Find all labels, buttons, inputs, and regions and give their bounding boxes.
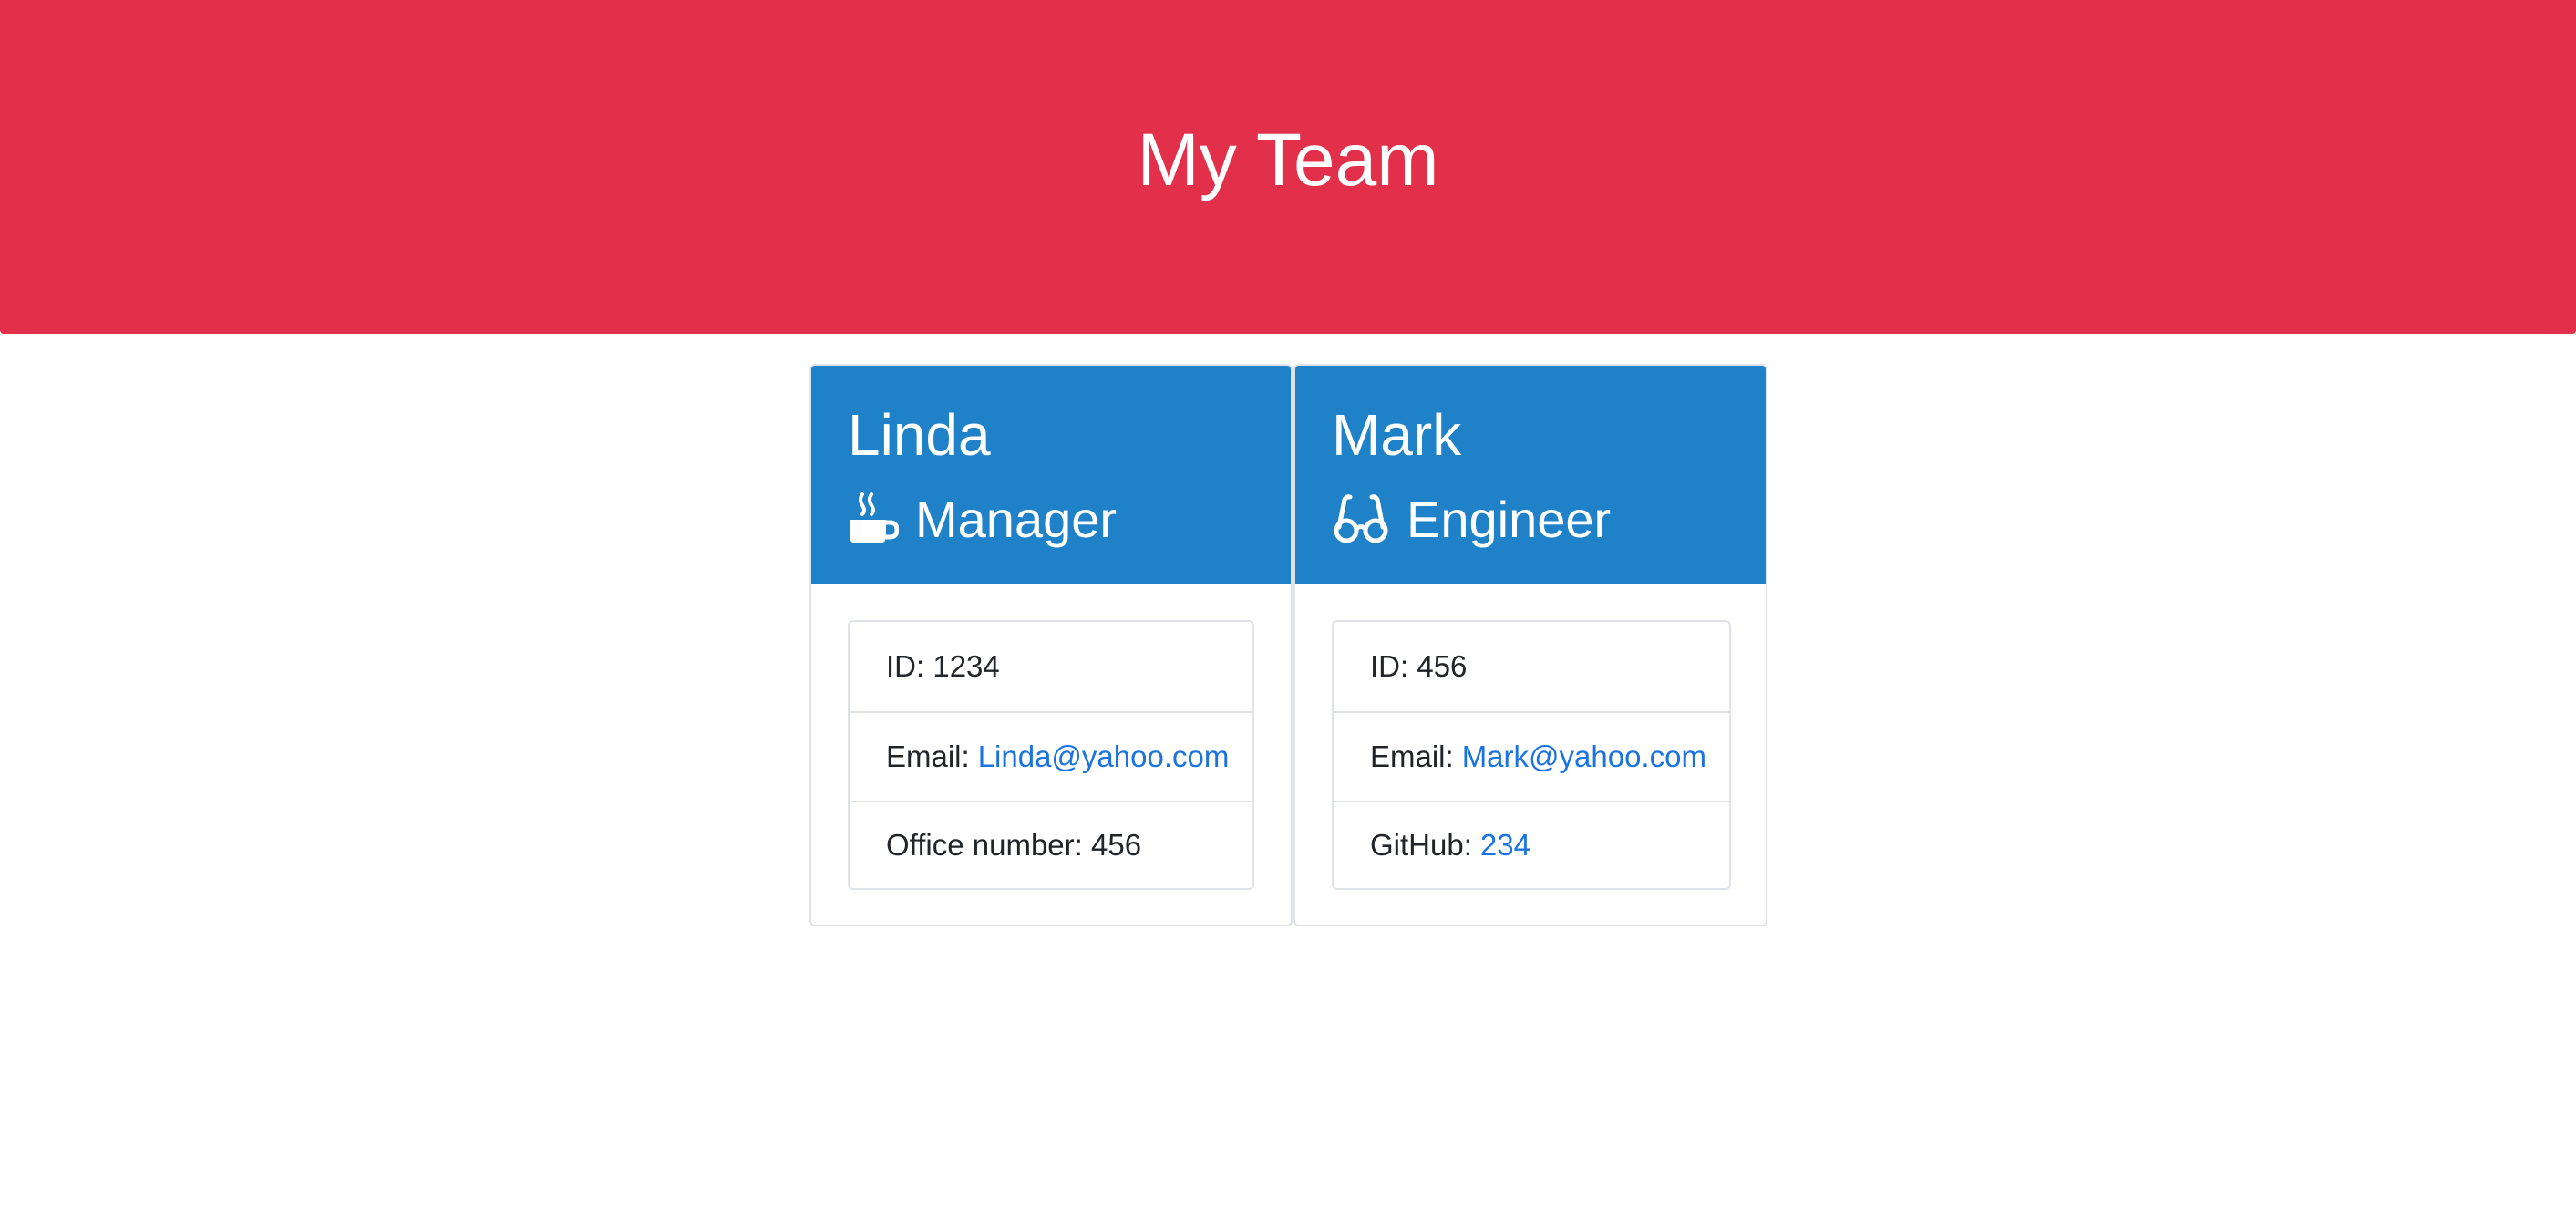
employee-card-manager: Linda Manager ID: 1234 Email: Linda@yaho… — [809, 364, 1293, 926]
employee-details-list: ID: 1234 Email: Linda@yahoo.com Office n… — [848, 620, 1254, 890]
email-label: Email: — [886, 740, 970, 773]
email-label: Email: — [1370, 740, 1454, 773]
list-item-email: Email: Mark@yahoo.com — [1334, 711, 1729, 801]
list-item-github: GitHub: 234 — [1334, 801, 1729, 888]
github-link[interactable]: 234 — [1480, 828, 1530, 863]
list-item-office-number: Office number: 456 — [850, 801, 1252, 888]
card-header: Linda Manager — [811, 366, 1291, 584]
employee-role: Manager — [848, 482, 1117, 555]
card-header: Mark Engineer — [1295, 366, 1766, 584]
employee-role: Engineer — [1332, 482, 1611, 555]
list-item-id: ID: 456 — [1334, 622, 1729, 711]
id-text: ID: 456 — [1370, 649, 1468, 683]
employee-card-engineer: Mark Engineer ID: 456 Email: Mark@yahoo.… — [1293, 364, 1767, 926]
employee-name: Linda — [848, 402, 991, 468]
email-link[interactable]: Mark@yahoo.com — [1462, 740, 1706, 774]
employee-role-label: Manager — [915, 490, 1118, 548]
email-link[interactable]: Linda@yahoo.com — [978, 740, 1230, 774]
glasses-icon — [1332, 494, 1390, 543]
coffee-mug-icon — [848, 492, 899, 545]
office-number-text: Office number: 456 — [886, 828, 1142, 862]
page-title: My Team — [1137, 119, 1439, 202]
list-item-id: ID: 1234 — [850, 622, 1252, 711]
employee-role-label: Engineer — [1406, 490, 1612, 548]
github-label: GitHub: — [1370, 828, 1472, 862]
employee-name: Mark — [1332, 402, 1462, 468]
list-item-email: Email: Linda@yahoo.com — [850, 711, 1252, 801]
header-banner: My Team — [0, 0, 2576, 334]
employee-details-list: ID: 456 Email: Mark@yahoo.com GitHub: 23… — [1332, 620, 1731, 890]
id-text: ID: 1234 — [886, 649, 1000, 683]
